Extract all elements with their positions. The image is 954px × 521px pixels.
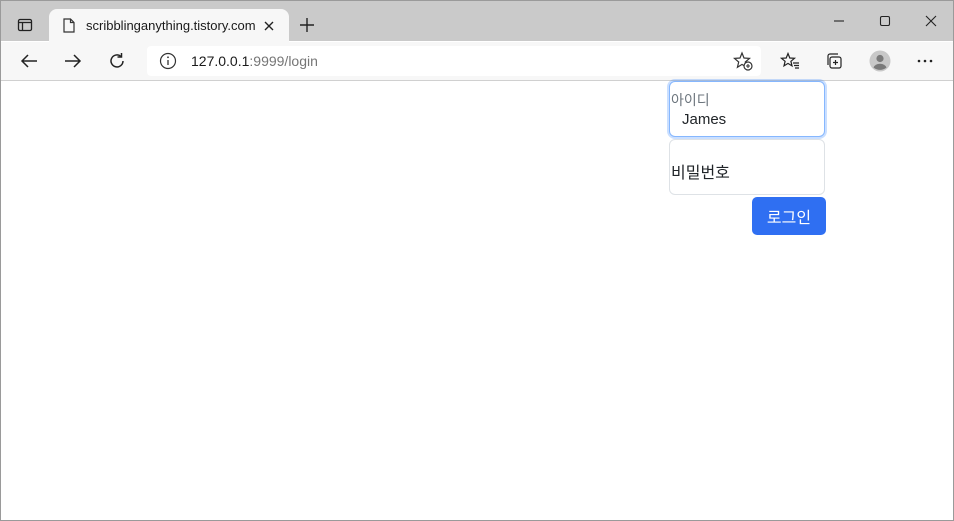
page-icon bbox=[61, 18, 77, 34]
back-arrow-icon[interactable] bbox=[15, 47, 43, 75]
login-button[interactable]: 로그인 bbox=[752, 197, 826, 235]
forward-arrow-icon[interactable] bbox=[59, 47, 87, 75]
refresh-icon[interactable] bbox=[103, 47, 131, 75]
maximize-icon[interactable] bbox=[867, 7, 903, 35]
username-field[interactable]: 아이디 James bbox=[669, 81, 825, 137]
close-icon[interactable] bbox=[913, 7, 949, 35]
more-icon[interactable] bbox=[911, 47, 939, 75]
username-label: 아이디 bbox=[671, 92, 710, 108]
minimize-icon[interactable] bbox=[821, 7, 857, 35]
browser-toolbar: 127.0.0.1:9999/login bbox=[1, 42, 953, 81]
close-icon[interactable] bbox=[259, 16, 279, 36]
star-plus-icon[interactable] bbox=[733, 51, 753, 71]
browser-window: scribblinganything.tistory.com 127.0.0.1… bbox=[0, 0, 954, 521]
page-content: 아이디 James 비밀번호 로그인 bbox=[1, 81, 953, 520]
favorites-icon[interactable] bbox=[776, 47, 804, 75]
tab-strip: scribblinganything.tistory.com bbox=[1, 1, 953, 42]
address-bar[interactable]: 127.0.0.1:9999/login bbox=[147, 46, 761, 76]
profile-icon[interactable] bbox=[866, 47, 894, 75]
tab-title: scribblinganything.tistory.com bbox=[86, 18, 256, 33]
plus-icon[interactable] bbox=[295, 13, 319, 37]
password-input[interactable]: 비밀번호 bbox=[671, 159, 730, 183]
url-host: 127.0.0.1 bbox=[191, 53, 250, 69]
tab-actions-icon[interactable] bbox=[11, 11, 39, 39]
info-icon[interactable] bbox=[159, 52, 177, 70]
username-input[interactable]: James bbox=[682, 111, 726, 128]
browser-tab[interactable]: scribblinganything.tistory.com bbox=[49, 9, 289, 42]
password-field[interactable]: 비밀번호 bbox=[669, 139, 825, 195]
collections-icon[interactable] bbox=[820, 47, 848, 75]
address-url: 127.0.0.1:9999/login bbox=[191, 53, 318, 69]
url-path: :9999/login bbox=[249, 53, 318, 69]
